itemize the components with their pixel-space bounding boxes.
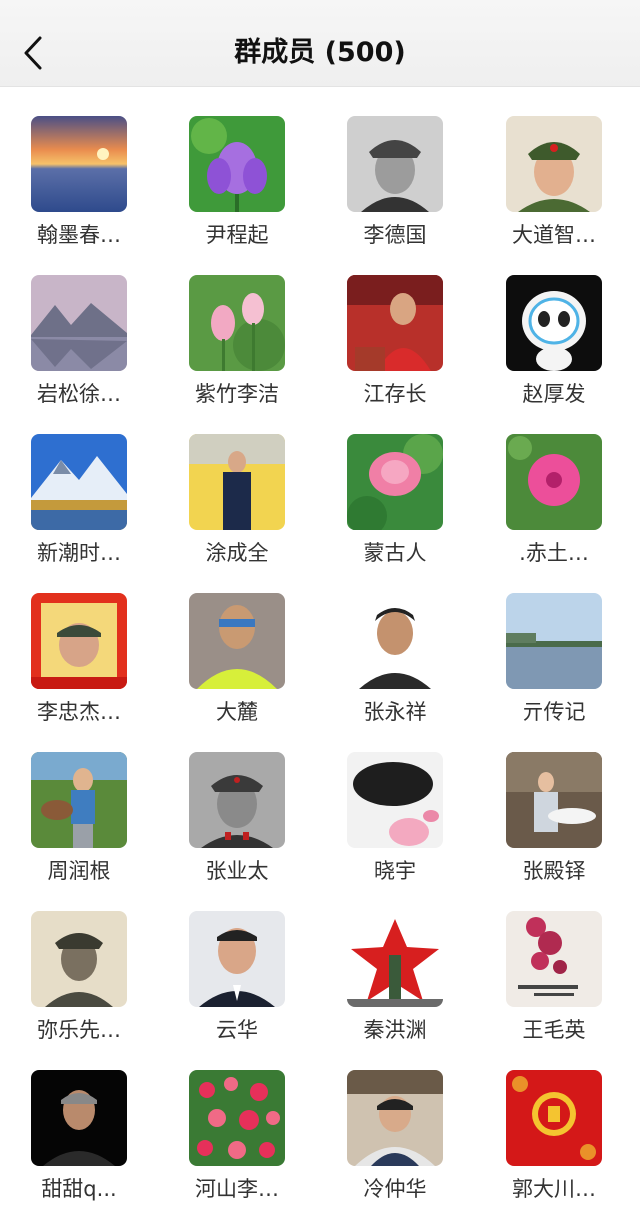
member-item[interactable]: 岩松徐… [0, 245, 158, 406]
member-item[interactable]: 李忠杰… [0, 563, 158, 724]
page-title: 群成员 (500) [234, 37, 406, 68]
avatar[interactable] [189, 752, 285, 848]
avatar[interactable] [31, 116, 127, 212]
avatar[interactable] [31, 911, 127, 1007]
member-name: 冷仲华 [363, 1177, 427, 1201]
member-item[interactable]: 秦洪渊 [316, 881, 474, 1042]
member-item[interactable]: 周润根 [0, 722, 158, 883]
avatar[interactable] [347, 1070, 443, 1166]
member-item[interactable]: 云华 [158, 881, 316, 1042]
avatar[interactable] [31, 593, 127, 689]
avatar[interactable] [31, 752, 127, 848]
avatar[interactable] [347, 752, 443, 848]
member-item[interactable]: .赤土… [475, 404, 633, 565]
member-item[interactable]: 涂成全 [158, 404, 316, 565]
member-item[interactable]: 尹程起 [158, 86, 316, 247]
avatar[interactable] [189, 1070, 285, 1166]
member-item[interactable]: 冷仲华 [316, 1040, 474, 1201]
avatar[interactable] [347, 434, 443, 530]
avatar[interactable] [347, 593, 443, 689]
member-item[interactable]: 弥乐先… [0, 881, 158, 1042]
member-item[interactable]: 紫竹李洁 [158, 245, 316, 406]
avatar[interactable] [506, 593, 602, 689]
avatar[interactable] [31, 275, 127, 371]
member-item[interactable]: 江存长 [316, 245, 474, 406]
avatar[interactable] [506, 275, 602, 371]
member-item[interactable]: 张业太 [158, 722, 316, 883]
avatar[interactable] [189, 593, 285, 689]
member-item[interactable]: 李德国 [316, 86, 474, 247]
member-item[interactable]: 赵厚发 [475, 245, 633, 406]
member-item[interactable]: 晓宇 [316, 722, 474, 883]
member-item[interactable]: 甜甜q... [0, 1040, 158, 1201]
member-item[interactable]: 亓传记 [475, 563, 633, 724]
nav-bar: 群成员 (500) [0, 0, 640, 87]
avatar[interactable] [31, 1070, 127, 1166]
member-item[interactable]: 翰墨春… [0, 86, 158, 247]
avatar[interactable] [347, 911, 443, 1007]
member-item[interactable]: 大麓 [158, 563, 316, 724]
group-members-screen: 群成员 (500) 翰墨春… 尹程起 李德国 大道智… 岩松徐… 紫竹李洁 江存长 赵厚发新潮… [0, 0, 640, 1226]
avatar[interactable] [347, 275, 443, 371]
avatar[interactable] [506, 116, 602, 212]
avatar[interactable] [189, 911, 285, 1007]
avatar[interactable] [506, 1070, 602, 1166]
member-item[interactable]: 蒙古人 [316, 404, 474, 565]
avatar[interactable] [506, 752, 602, 848]
member-item[interactable]: 王毛英 [475, 881, 633, 1042]
avatar[interactable] [189, 116, 285, 212]
avatar[interactable] [189, 275, 285, 371]
avatar[interactable] [506, 434, 602, 530]
member-item[interactable]: 新潮时… [0, 404, 158, 565]
member-name: 郭大川… [512, 1177, 596, 1201]
member-item[interactable]: 大道智… [475, 86, 633, 247]
member-name: 河山李… [195, 1177, 279, 1201]
avatar[interactable] [189, 434, 285, 530]
avatar[interactable] [31, 434, 127, 530]
avatar[interactable] [347, 116, 443, 212]
member-item[interactable]: 张永祥 [316, 563, 474, 724]
member-item[interactable]: 郭大川… [475, 1040, 633, 1201]
avatar[interactable] [506, 911, 602, 1007]
member-item[interactable]: 张殿铎 [475, 722, 633, 883]
member-name: 甜甜q... [41, 1177, 117, 1201]
member-item[interactable]: 河山李… [158, 1040, 316, 1201]
